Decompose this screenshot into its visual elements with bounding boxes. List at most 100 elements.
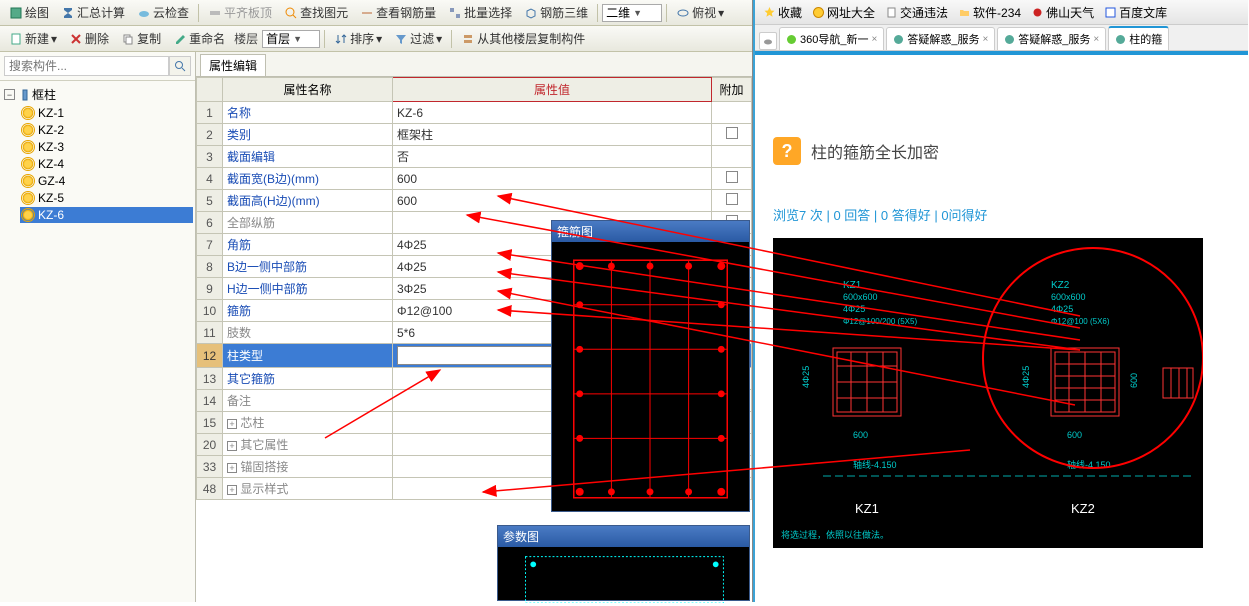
prop-value[interactable]: 600 bbox=[393, 190, 712, 212]
prop-value[interactable]: 600 bbox=[393, 168, 712, 190]
360-icon bbox=[786, 34, 797, 45]
fav-item[interactable]: 百度文库 bbox=[1100, 2, 1171, 23]
prop-name: + 显示样式 bbox=[223, 478, 393, 500]
prop-extra[interactable] bbox=[712, 124, 752, 146]
row-number: 48 bbox=[197, 478, 223, 500]
expand-icon[interactable]: + bbox=[227, 419, 237, 429]
flat-top-button[interactable]: 平齐板顶 bbox=[203, 1, 277, 24]
expand-icon[interactable]: + bbox=[227, 463, 237, 473]
g-icon bbox=[893, 34, 904, 45]
filter-icon bbox=[394, 32, 408, 46]
floor-dropdown[interactable]: 首层▼ bbox=[262, 30, 320, 48]
prop-name: 类别 bbox=[223, 124, 393, 146]
filter-button[interactable]: 过滤▾ bbox=[389, 27, 447, 50]
batch-select-button[interactable]: 批量选择 bbox=[443, 1, 517, 24]
summary-calc-button[interactable]: 汇总计算 bbox=[56, 1, 130, 24]
cloud-tab-icon[interactable] bbox=[759, 32, 777, 50]
browser-tab[interactable]: 360导航_新一× bbox=[779, 27, 884, 50]
rebar-icon bbox=[360, 6, 374, 20]
fav-item[interactable]: 收藏 bbox=[759, 2, 806, 23]
property-row[interactable]: 1名称KZ-6 bbox=[197, 102, 752, 124]
svg-text:将选过程，依照以往做法。: 将选过程，依照以往做法。 bbox=[781, 529, 889, 540]
find-entity-button[interactable]: 查找图元 bbox=[279, 1, 353, 24]
collapse-icon[interactable]: − bbox=[4, 89, 15, 100]
view-dropdown[interactable]: 二维▼ bbox=[602, 4, 662, 22]
drawing-button[interactable]: 绘图 bbox=[4, 1, 54, 24]
fav-item[interactable]: 佛山天气 bbox=[1027, 2, 1098, 23]
panel-title[interactable]: 参数图 bbox=[498, 526, 749, 547]
checkbox[interactable] bbox=[726, 127, 738, 139]
param-diagram-panel[interactable]: 参数图 bbox=[497, 525, 750, 601]
stirrup-diagram-panel[interactable]: 箍筋图 bbox=[551, 220, 750, 512]
rebar-3d-button[interactable]: 钢筋三维 bbox=[519, 1, 593, 24]
baidu-icon bbox=[1104, 6, 1117, 19]
prop-value[interactable]: 否 bbox=[393, 146, 712, 168]
tree-leaf[interactable]: KZ-5 bbox=[20, 190, 193, 206]
svg-text:600: 600 bbox=[853, 430, 868, 440]
tree-leaf[interactable]: KZ-6 bbox=[20, 207, 193, 223]
view-rebar-button[interactable]: 查看钢筋量 bbox=[355, 1, 441, 24]
property-row[interactable]: 3截面编辑否 bbox=[197, 146, 752, 168]
question-title: 柱的箍筋全长加密 bbox=[811, 139, 939, 163]
tree-root[interactable]: − 框柱 bbox=[2, 85, 193, 104]
close-icon[interactable]: × bbox=[871, 34, 877, 45]
tab-property-edit[interactable]: 属性编辑 bbox=[200, 54, 266, 76]
prop-extra[interactable] bbox=[712, 168, 752, 190]
property-row[interactable]: 4截面宽(B边)(mm)600 bbox=[197, 168, 752, 190]
drawing-icon bbox=[9, 6, 23, 20]
copy-from-floor-button[interactable]: 从其他楼层复制构件 bbox=[456, 27, 590, 50]
row-number: 7 bbox=[197, 234, 223, 256]
search-input[interactable] bbox=[4, 56, 169, 76]
rename-button[interactable]: 重命名 bbox=[168, 27, 230, 50]
g-icon bbox=[1004, 34, 1015, 45]
star-icon bbox=[763, 6, 776, 19]
prop-extra[interactable] bbox=[712, 146, 752, 168]
cloud-check-button[interactable]: 云检查 bbox=[132, 1, 194, 24]
eye-icon bbox=[676, 6, 690, 20]
browser-tab[interactable]: 答疑解惑_服务× bbox=[886, 27, 995, 50]
browser-tabs: 360导航_新一× 答疑解惑_服务× 答疑解惑_服务× 柱的箍 bbox=[755, 25, 1248, 51]
panel-title[interactable]: 箍筋图 bbox=[552, 221, 749, 242]
sort-button[interactable]: 排序▾ bbox=[329, 27, 387, 50]
cad-drawing: KZ1 600x600 4Φ25 Φ12@100/200 (5X5) 600 4… bbox=[773, 238, 1203, 548]
browser-tab[interactable]: 答疑解惑_服务× bbox=[997, 27, 1106, 50]
checkbox[interactable] bbox=[726, 193, 738, 205]
floor-label: 楼层 bbox=[234, 30, 258, 47]
fav-item[interactable]: 网址大全 bbox=[808, 2, 879, 23]
property-row[interactable]: 5截面高(H边)(mm)600 bbox=[197, 190, 752, 212]
copy-button[interactable]: 复制 bbox=[116, 27, 166, 50]
prop-name: 备注 bbox=[223, 390, 393, 412]
tree-leaf[interactable]: KZ-1 bbox=[20, 105, 193, 121]
question-icon: ? bbox=[773, 137, 801, 165]
prop-name: + 其它属性 bbox=[223, 434, 393, 456]
prop-extra[interactable] bbox=[712, 190, 752, 212]
tree-leaf[interactable]: GZ-4 bbox=[20, 173, 193, 189]
tree-leaf[interactable]: KZ-3 bbox=[20, 139, 193, 155]
tree-leaf[interactable]: KZ-4 bbox=[20, 156, 193, 172]
expand-icon[interactable]: + bbox=[227, 441, 237, 451]
prop-value[interactable]: 框架柱 bbox=[393, 124, 712, 146]
row-number: 13 bbox=[197, 368, 223, 390]
svg-text:4Φ25: 4Φ25 bbox=[1021, 366, 1031, 388]
close-icon[interactable]: × bbox=[1093, 34, 1099, 45]
component-tree[interactable]: − 框柱 KZ-1KZ-2KZ-3KZ-4GZ-4KZ-5KZ-6 bbox=[0, 81, 195, 228]
prop-value[interactable]: KZ-6 bbox=[393, 102, 712, 124]
row-number: 5 bbox=[197, 190, 223, 212]
prop-name: 箍筋 bbox=[223, 300, 393, 322]
property-row[interactable]: 2类别框架柱 bbox=[197, 124, 752, 146]
delete-button[interactable]: 删除 bbox=[64, 27, 114, 50]
fav-item[interactable]: 软件-234 bbox=[954, 2, 1025, 23]
close-icon[interactable]: × bbox=[982, 34, 988, 45]
component-icon bbox=[22, 158, 34, 170]
search-button[interactable] bbox=[169, 56, 191, 76]
tree-leaf[interactable]: KZ-2 bbox=[20, 122, 193, 138]
svg-text:轴线-4.150: 轴线-4.150 bbox=[853, 459, 897, 470]
overlook-button[interactable]: 俯视▾ bbox=[671, 1, 729, 24]
expand-icon[interactable]: + bbox=[227, 485, 237, 495]
prop-extra[interactable] bbox=[712, 102, 752, 124]
fav-item[interactable]: 交通违法 bbox=[881, 2, 952, 23]
browser-tab[interactable]: 柱的箍 bbox=[1108, 26, 1169, 50]
svg-text:600: 600 bbox=[1067, 430, 1082, 440]
new-button[interactable]: 新建▾ bbox=[4, 27, 62, 50]
checkbox[interactable] bbox=[726, 171, 738, 183]
